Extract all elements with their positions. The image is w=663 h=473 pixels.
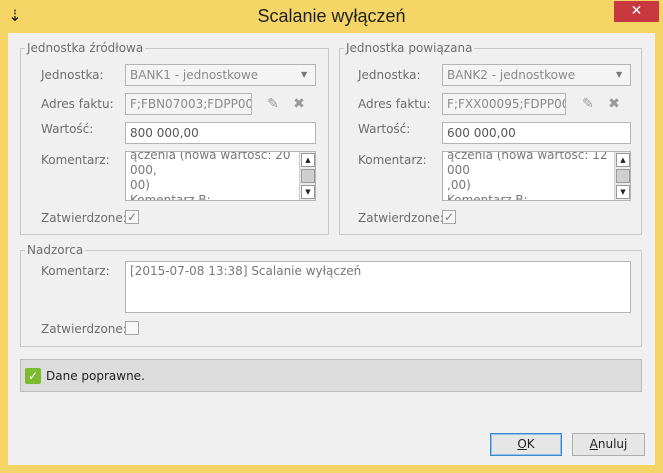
related-comment-scrollbar[interactable]: ▲ ▼ — [614, 152, 630, 200]
source-invoice-label: Adres faktu: — [41, 97, 114, 111]
close-icon: ✕ — [630, 3, 643, 19]
related-unit-value: BANK2 - jednostkowe — [447, 68, 576, 82]
check-icon: ✓ — [25, 368, 41, 384]
supervisor-comment-textarea[interactable]: [2015-07-08 13:38] Scalanie wyłączeń — [125, 261, 631, 313]
source-unit-value: BANK1 - jednostkowe — [130, 68, 259, 82]
ok-mnemonic: O — [517, 437, 527, 451]
source-approved-checkbox[interactable]: ✓ — [125, 210, 139, 224]
check-icon: ✓ — [443, 210, 455, 224]
ok-label-rest: K — [526, 437, 535, 451]
source-unit-select[interactable]: BANK1 - jednostkowe ▼ — [125, 64, 316, 86]
related-clear-icon[interactable]: ✖ — [606, 96, 622, 112]
supervisor-approved-label: Zatwierdzone: — [41, 322, 127, 336]
cancel-mnemonic: A — [589, 437, 598, 451]
supervisor-comment-label: Komentarz: — [41, 264, 110, 278]
related-invoice-value: F;FXX00095;FDPP000... — [447, 97, 565, 111]
related-unit-group: Jednostka powiązana Jednostka: BANK2 - j… — [339, 41, 642, 235]
related-value-text: 600 000,00 — [447, 126, 516, 140]
scroll-up-icon[interactable]: ▲ — [616, 153, 630, 167]
cancel-button[interactable]: Anuluj — [572, 433, 645, 456]
scroll-thumb[interactable] — [301, 169, 315, 183]
related-edit-icon[interactable]: ✎ — [580, 96, 596, 112]
related-comment-text: ączenia (nowa wartość: 12 000 ,00) Komen… — [447, 151, 608, 201]
source-value-input[interactable]: 800 000,00 — [125, 122, 316, 144]
chevron-down-icon: ▼ — [616, 70, 623, 79]
ok-button[interactable]: OK — [490, 433, 562, 456]
related-value-input[interactable]: 600 000,00 — [442, 122, 631, 144]
related-approved-label: Zatwierdzone: — [358, 211, 444, 225]
source-invoice-field[interactable]: F;FBN07003;FDPP000... — [125, 93, 252, 115]
supervisor-approved-checkbox[interactable] — [125, 321, 139, 335]
supervisor-comment-text: [2015-07-08 13:38] Scalanie wyłączeń — [130, 264, 362, 278]
source-edit-icon[interactable]: ✎ — [265, 96, 281, 112]
source-comment-scrollbar[interactable]: ▲ ▼ — [299, 152, 315, 200]
source-unit-group: Jednostka źródłowa Jednostka: BANK1 - je… — [20, 41, 329, 235]
related-unit-label: Jednostka: — [358, 68, 421, 82]
source-comment-textarea[interactable]: ączenia (nowa wartość: 20 000, 00) Komen… — [125, 151, 316, 201]
scroll-down-icon[interactable]: ▼ — [616, 185, 630, 199]
source-invoice-value: F;FBN07003;FDPP000... — [130, 97, 251, 111]
dialog-window: ⇣ Scalanie wyłączeń ✕ Jednostka źródłowa… — [0, 0, 663, 473]
close-button[interactable]: ✕ — [614, 1, 659, 22]
window-title: Scalanie wyłączeń — [257, 6, 406, 26]
cancel-label-rest: nuluj — [597, 437, 628, 451]
chevron-down-icon: ▼ — [301, 70, 308, 79]
source-value-label: Wartość: — [41, 122, 94, 136]
status-text: Dane poprawne. — [46, 369, 145, 383]
scroll-down-icon[interactable]: ▼ — [301, 185, 315, 199]
related-approved-checkbox[interactable]: ✓ — [442, 210, 456, 224]
title-bar[interactable]: ⇣ Scalanie wyłączeń ✕ — [0, 0, 663, 34]
related-invoice-field[interactable]: F;FXX00095;FDPP000... — [442, 93, 566, 115]
source-clear-icon[interactable]: ✖ — [291, 96, 307, 112]
related-invoice-label: Adres faktu: — [358, 97, 431, 111]
source-value-text: 800 000,00 — [130, 126, 199, 140]
related-comment-label: Komentarz: — [358, 153, 427, 167]
source-unit-legend: Jednostka źródłowa — [25, 41, 146, 55]
scroll-thumb[interactable] — [616, 169, 630, 183]
supervisor-legend: Nadzorca — [25, 243, 86, 257]
validation-status-bar: ✓ Dane poprawne. — [20, 359, 642, 392]
source-unit-label: Jednostka: — [41, 68, 104, 82]
related-value-label: Wartość: — [358, 122, 411, 136]
source-approved-label: Zatwierdzone: — [41, 211, 127, 225]
source-comment-label: Komentarz: — [41, 153, 110, 167]
source-comment-text: ączenia (nowa wartość: 20 000, 00) Komen… — [130, 151, 291, 201]
related-comment-textarea[interactable]: ączenia (nowa wartość: 12 000 ,00) Komen… — [442, 151, 631, 201]
related-unit-select[interactable]: BANK2 - jednostkowe ▼ — [442, 64, 631, 86]
supervisor-group: Nadzorca Komentarz: [2015-07-08 13:38] S… — [20, 243, 642, 347]
related-unit-legend: Jednostka powiązana — [344, 41, 475, 55]
scroll-up-icon[interactable]: ▲ — [301, 153, 315, 167]
check-icon: ✓ — [126, 210, 138, 224]
dialog-client-area: Jednostka źródłowa Jednostka: BANK1 - je… — [8, 33, 655, 465]
